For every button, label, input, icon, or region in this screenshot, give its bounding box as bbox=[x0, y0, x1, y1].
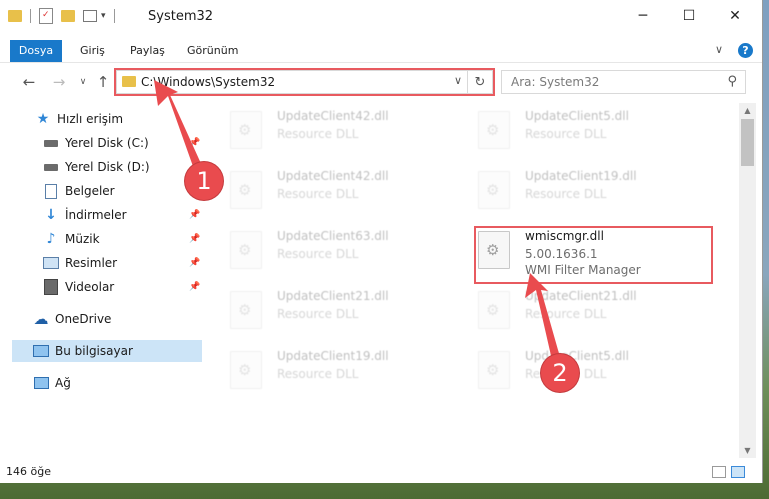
step-badge-1: 1 bbox=[185, 162, 223, 200]
arrow-2 bbox=[525, 273, 560, 360]
arrow-1 bbox=[154, 80, 203, 172]
annotation-arrows bbox=[154, 80, 560, 360]
step-badge-2: 2 bbox=[541, 354, 579, 392]
